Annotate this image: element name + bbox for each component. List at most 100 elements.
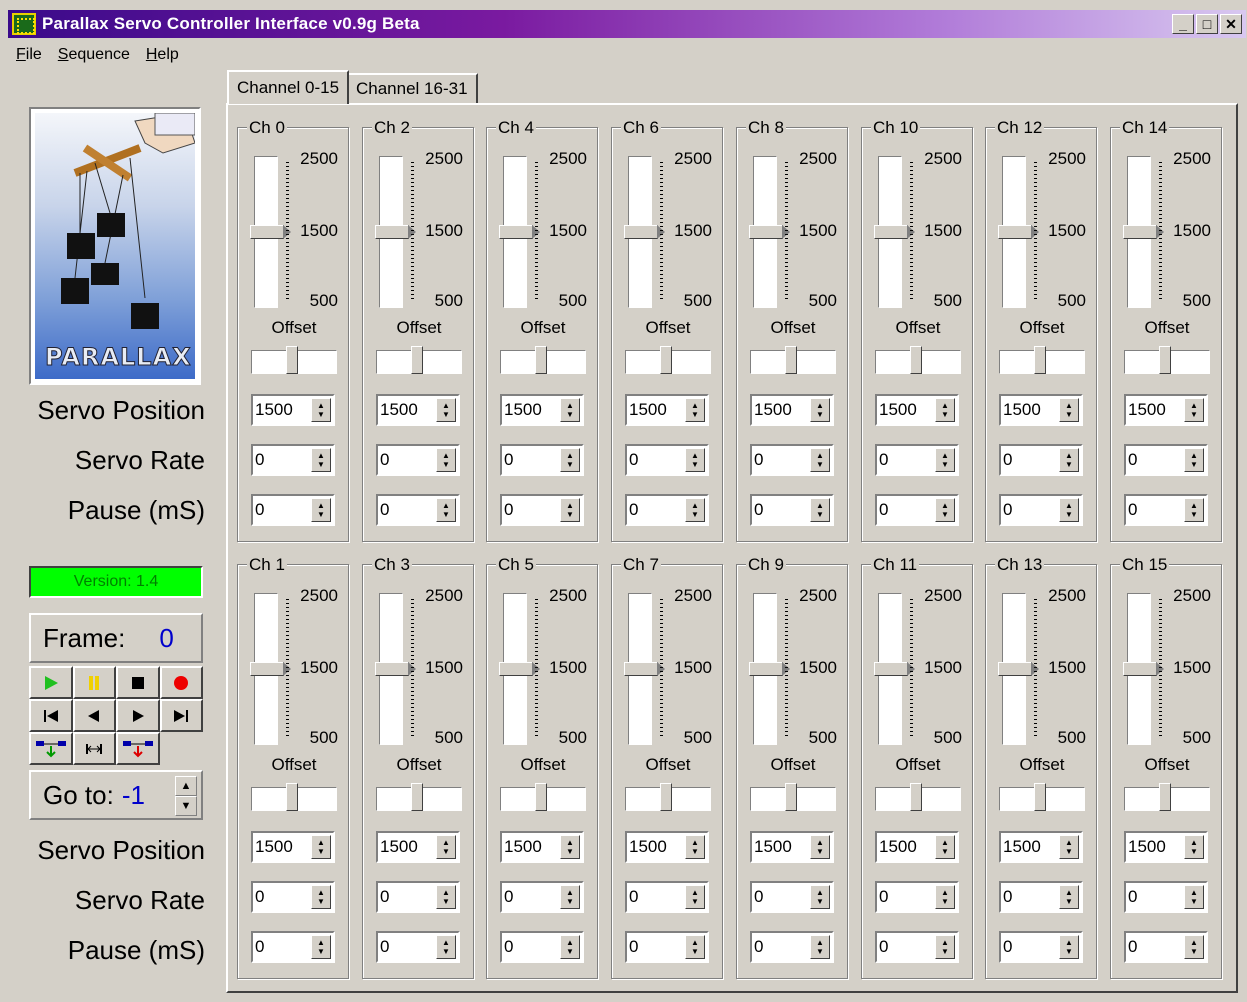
spin-arrows-icon[interactable]: ▲ ▼ — [560, 885, 580, 909]
previous-frame-button[interactable] — [72, 699, 116, 732]
position-value[interactable]: 1500 — [380, 400, 418, 419]
pause-value[interactable]: 0 — [380, 937, 389, 956]
position-spinbox[interactable]: 1500 ▲ ▼ — [500, 394, 584, 426]
pause-value[interactable]: 0 — [629, 937, 638, 956]
spin-arrows-icon[interactable]: ▲ ▼ — [311, 398, 331, 422]
spin-arrows-icon[interactable]: ▲ ▼ — [935, 935, 955, 959]
position-spinbox[interactable]: 1500 ▲ ▼ — [875, 394, 959, 426]
spin-arrows-icon[interactable]: ▲ ▼ — [436, 498, 456, 522]
title-bar[interactable]: Parallax Servo Controller Interface v0.9… — [8, 10, 1246, 38]
spin-arrows-icon[interactable]: ▲ ▼ — [1059, 835, 1079, 859]
rate-value[interactable]: 0 — [879, 450, 888, 469]
position-value[interactable]: 1500 — [1128, 400, 1166, 419]
play-button[interactable] — [29, 666, 73, 699]
last-frame-button[interactable] — [159, 699, 203, 732]
spin-arrows-icon[interactable]: ▲ ▼ — [311, 835, 331, 859]
spin-arrows-icon[interactable]: ▲ ▼ — [935, 835, 955, 859]
position-spinbox[interactable]: 1500 ▲ ▼ — [1124, 831, 1208, 863]
spin-arrows-icon[interactable]: ▲ ▼ — [810, 398, 830, 422]
next-frame-button[interactable] — [116, 699, 160, 732]
spin-arrows-icon[interactable]: ▲ ▼ — [311, 498, 331, 522]
position-value[interactable]: 1500 — [504, 837, 542, 856]
pause-spinbox[interactable]: 0 ▲ ▼ — [376, 931, 460, 963]
offset-slider-thumb[interactable] — [1159, 783, 1171, 811]
rate-value[interactable]: 0 — [879, 887, 888, 906]
pause-value[interactable]: 0 — [504, 500, 513, 519]
offset-slider-thumb[interactable] — [910, 346, 922, 374]
rate-value[interactable]: 0 — [380, 450, 389, 469]
rate-value[interactable]: 0 — [504, 887, 513, 906]
spin-arrows-icon[interactable]: ▲ ▼ — [1059, 935, 1079, 959]
offset-slider-thumb[interactable] — [785, 783, 797, 811]
position-spinbox[interactable]: 1500 ▲ ▼ — [875, 831, 959, 863]
spin-arrows-icon[interactable]: ▲ ▼ — [1059, 498, 1079, 522]
position-spinbox[interactable]: 1500 ▲ ▼ — [1124, 394, 1208, 426]
position-slider-thumb[interactable] — [1123, 662, 1164, 676]
rate-spinbox[interactable]: 0 ▲ ▼ — [625, 444, 709, 476]
rate-value[interactable]: 0 — [629, 450, 638, 469]
offset-slider-thumb[interactable] — [286, 783, 298, 811]
pause-spinbox[interactable]: 0 ▲ ▼ — [251, 494, 335, 526]
tab-channel-0-15[interactable]: Channel 0-15 — [227, 70, 350, 104]
spin-arrows-icon[interactable]: ▲ ▼ — [560, 448, 580, 472]
rate-spinbox[interactable]: 0 ▲ ▼ — [625, 881, 709, 913]
offset-slider-thumb[interactable] — [1034, 346, 1046, 374]
spin-arrows-icon[interactable]: ▲ ▼ — [560, 835, 580, 859]
rate-spinbox[interactable]: 0 ▲ ▼ — [1124, 881, 1208, 913]
insert-frame-button[interactable] — [29, 732, 73, 765]
goto-value[interactable]: -1 — [122, 780, 145, 811]
position-slider-thumb[interactable] — [624, 225, 665, 239]
goto-frame-control[interactable]: Go to: -1 ▲ ▼ — [29, 770, 203, 820]
spin-arrows-icon[interactable]: ▲ ▼ — [436, 885, 456, 909]
pause-value[interactable]: 0 — [754, 500, 763, 519]
position-value[interactable]: 1500 — [1128, 837, 1166, 856]
rate-spinbox[interactable]: 0 ▲ ▼ — [251, 881, 335, 913]
position-slider-thumb[interactable] — [998, 662, 1039, 676]
spin-arrows-icon[interactable]: ▲ ▼ — [436, 448, 456, 472]
pause-value[interactable]: 0 — [504, 937, 513, 956]
spin-arrows-icon[interactable]: ▲ ▼ — [935, 498, 955, 522]
position-spinbox[interactable]: 1500 ▲ ▼ — [376, 394, 460, 426]
rate-spinbox[interactable]: 0 ▲ ▼ — [1124, 444, 1208, 476]
rate-spinbox[interactable]: 0 ▲ ▼ — [750, 444, 834, 476]
rate-value[interactable]: 0 — [255, 450, 264, 469]
pause-spinbox[interactable]: 0 ▲ ▼ — [875, 494, 959, 526]
rate-value[interactable]: 0 — [1003, 450, 1012, 469]
spin-arrows-icon[interactable]: ▲ ▼ — [685, 498, 705, 522]
position-slider-thumb[interactable] — [499, 225, 540, 239]
pause-spinbox[interactable]: 0 ▲ ▼ — [999, 494, 1083, 526]
position-slider-thumb[interactable] — [998, 225, 1039, 239]
position-slider-thumb[interactable] — [250, 225, 291, 239]
position-value[interactable]: 1500 — [629, 400, 667, 419]
spin-arrows-icon[interactable]: ▲ ▼ — [685, 835, 705, 859]
pause-value[interactable]: 0 — [255, 937, 264, 956]
spin-arrows-icon[interactable]: ▲ ▼ — [685, 448, 705, 472]
rate-spinbox[interactable]: 0 ▲ ▼ — [251, 444, 335, 476]
position-value[interactable]: 1500 — [255, 837, 293, 856]
pause-value[interactable]: 0 — [1003, 937, 1012, 956]
spin-arrows-icon[interactable]: ▲ ▼ — [1184, 885, 1204, 909]
spin-arrows-icon[interactable]: ▲ ▼ — [560, 935, 580, 959]
offset-slider-thumb[interactable] — [785, 346, 797, 374]
spin-arrows-icon[interactable]: ▲ ▼ — [311, 885, 331, 909]
spin-arrows-icon[interactable]: ▲ ▼ — [935, 448, 955, 472]
position-slider-thumb[interactable] — [375, 662, 416, 676]
position-slider-thumb[interactable] — [749, 662, 790, 676]
offset-slider-thumb[interactable] — [411, 783, 423, 811]
spin-arrows-icon[interactable]: ▲ ▼ — [1184, 398, 1204, 422]
spin-arrows-icon[interactable]: ▲ ▼ — [810, 448, 830, 472]
rate-value[interactable]: 0 — [1003, 887, 1012, 906]
spin-arrows-icon[interactable]: ▲ ▼ — [311, 448, 331, 472]
offset-slider-thumb[interactable] — [1159, 346, 1171, 374]
spin-arrows-icon[interactable]: ▲ ▼ — [1059, 448, 1079, 472]
maximize-button[interactable]: □ — [1196, 14, 1218, 34]
record-button[interactable] — [159, 666, 203, 699]
position-slider-thumb[interactable] — [499, 662, 540, 676]
minimize-button[interactable]: _ — [1172, 14, 1194, 34]
spin-arrows-icon[interactable]: ▲ ▼ — [935, 398, 955, 422]
spin-arrows-icon[interactable]: ▲ ▼ — [1184, 935, 1204, 959]
position-value[interactable]: 1500 — [255, 400, 293, 419]
offset-slider-thumb[interactable] — [910, 783, 922, 811]
pause-button[interactable] — [72, 666, 116, 699]
rate-value[interactable]: 0 — [255, 887, 264, 906]
